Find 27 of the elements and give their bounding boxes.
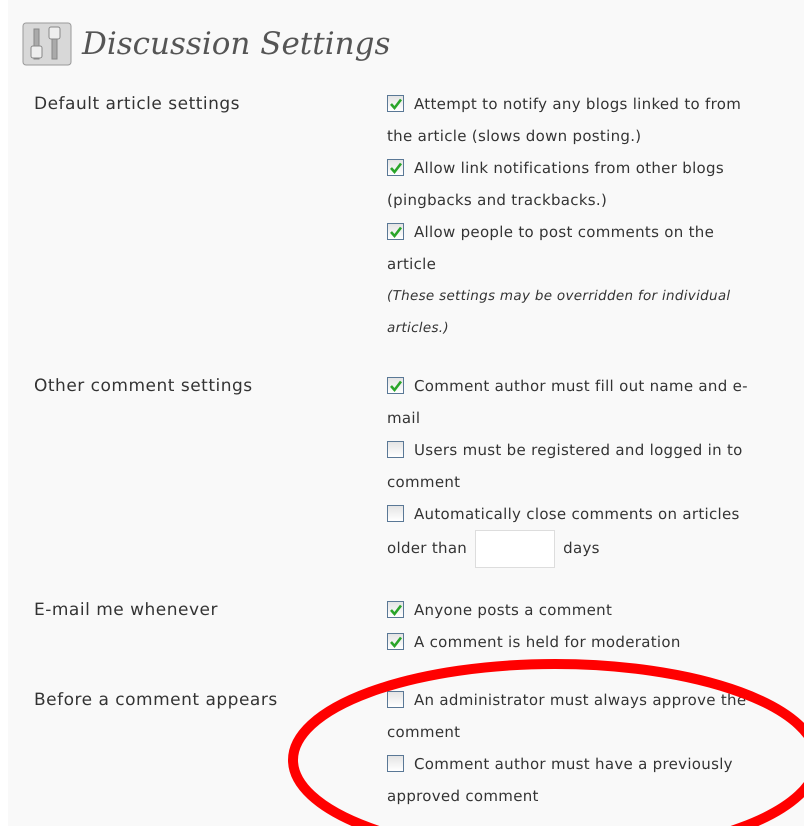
checkbox[interactable] — [387, 377, 404, 394]
checkbox[interactable] — [387, 95, 404, 112]
section-label: E-mail me whenever — [33, 599, 220, 622]
section-label: Other comment settings — [33, 375, 254, 398]
checkbox-option[interactable]: Comment author must fill out name and e-mail — [387, 370, 761, 434]
checkbox[interactable] — [387, 159, 404, 176]
checkbox-option[interactable]: Attempt to notify any blogs linked to from the article (slows down posting.) — [387, 88, 761, 152]
checkbox[interactable] — [387, 755, 404, 772]
checkbox[interactable] — [387, 633, 404, 650]
checkbox[interactable] — [387, 691, 404, 708]
days-input-field[interactable] — [475, 530, 556, 568]
sliders-icon — [22, 22, 72, 66]
checkbox[interactable] — [387, 601, 404, 618]
checkbox-option[interactable]: Allow people to post comments on the article — [387, 216, 761, 280]
section-label: Default article settings — [33, 93, 242, 116]
checkbox-option[interactable]: Allow link notifications from other blogs (pingbacks and trackbacks.) — [387, 152, 761, 216]
checkbox-option[interactable]: Automatically close comments on articles older than days — [387, 498, 761, 568]
checkbox-option[interactable]: A comment is held for moderation — [387, 626, 761, 658]
page-title: Discussion Settings — [82, 26, 390, 62]
settings-note: (These settings may be overridden for individual articles.) — [387, 287, 732, 338]
checkbox-option[interactable]: Comment author must have a previously approved comment — [387, 748, 761, 812]
checkbox[interactable] — [387, 505, 404, 522]
checkbox[interactable] — [387, 441, 404, 458]
checkbox-option[interactable]: Users must be registered and logged in to comment — [387, 434, 761, 498]
section-label: Before a comment appears — [33, 689, 279, 712]
checkbox[interactable] — [387, 223, 404, 240]
checkbox-option[interactable]: Anyone posts a comment — [387, 594, 761, 626]
